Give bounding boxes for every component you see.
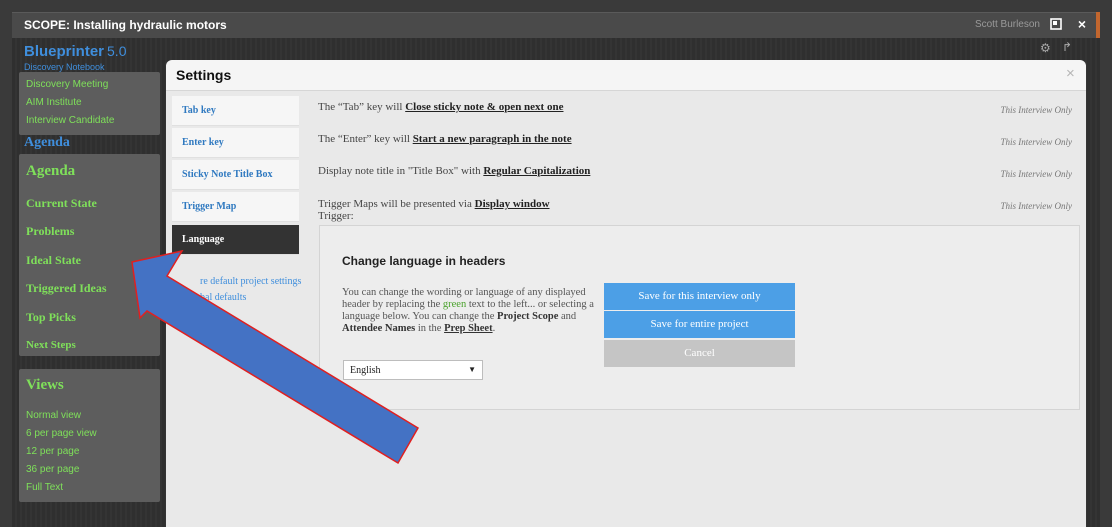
arrow-shape [131,249,420,465]
annotation-arrow [131,249,420,465]
